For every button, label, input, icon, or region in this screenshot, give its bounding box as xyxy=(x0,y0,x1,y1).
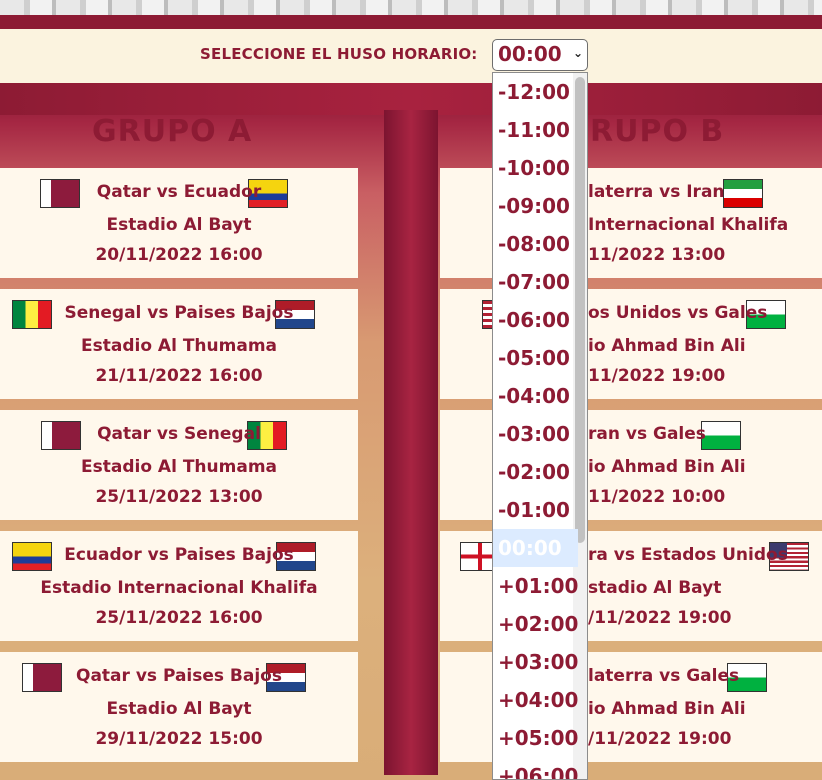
timezone-dropdown-list[interactable]: -12:00 -11:00 -10:00 -09:00 -08:00 -07:0… xyxy=(492,72,588,780)
match-stadium: Estadio Al Bayt xyxy=(106,215,252,235)
match-teams: laterra vs Gales xyxy=(588,666,740,686)
group-b-title: RUPO B xyxy=(590,114,725,149)
match-stadium: Estadio Al Thumama xyxy=(81,336,277,356)
match-teams: laterra vs Iran xyxy=(588,182,725,202)
chevron-down-icon: ⌄ xyxy=(572,46,583,60)
timezone-option-selected[interactable]: 00:00 xyxy=(493,529,578,567)
timezone-label: SELECCIONE EL HUSO HORARIO: xyxy=(200,45,478,63)
match-teams: Qatar vs Ecuador xyxy=(96,182,262,202)
timezone-option[interactable]: +05:00 xyxy=(493,719,578,757)
timezone-option[interactable]: +03:00 xyxy=(493,643,578,681)
match-teams: os Unidos vs Gales xyxy=(588,303,768,323)
match-card: Ecuador vs Paises Bajos Estadio Internac… xyxy=(0,531,358,641)
timezone-option[interactable]: +06:00 xyxy=(493,757,578,779)
match-datetime: 25/11/2022 13:00 xyxy=(95,487,263,507)
match-stadium: Internacional Khalifa xyxy=(588,215,789,235)
timezone-option[interactable]: -03:00 xyxy=(493,415,578,453)
match-card: Senegal vs Paises Bajos Estadio Al Thuma… xyxy=(0,289,358,399)
match-stadium: stadio Al Bayt xyxy=(588,578,722,598)
match-datetime: 20/11/2022 16:00 xyxy=(95,245,263,265)
header-band xyxy=(0,15,822,29)
match-datetime: /11/2022 19:00 xyxy=(588,729,732,749)
timezone-option[interactable]: +02:00 xyxy=(493,605,578,643)
match-stadium: Estadio Al Bayt xyxy=(106,699,252,719)
match-card: Qatar vs Senegal Estadio Al Thumama 25/1… xyxy=(0,410,358,520)
match-stadium: io Ahmad Bin Ali xyxy=(588,457,746,477)
match-teams: Qatar vs Senegal xyxy=(97,424,261,444)
match-teams: Qatar vs Paises Bajos xyxy=(76,666,282,686)
timezone-option[interactable]: -08:00 xyxy=(493,225,578,263)
timezone-option[interactable]: -05:00 xyxy=(493,339,578,377)
timezone-option[interactable]: -10:00 xyxy=(493,149,578,187)
match-stadium: io Ahmad Bin Ali xyxy=(588,699,746,719)
wales-flag-icon xyxy=(701,421,741,450)
timezone-option[interactable]: -09:00 xyxy=(493,187,578,225)
timezone-option[interactable]: -11:00 xyxy=(493,111,578,149)
match-datetime: 25/11/2022 16:00 xyxy=(95,608,263,628)
match-card: Qatar vs Paises Bajos Estadio Al Bayt 29… xyxy=(0,652,358,762)
timezone-option[interactable]: -07:00 xyxy=(493,263,578,301)
match-card: Qatar vs Ecuador Estadio Al Bayt 20/11/2… xyxy=(0,168,358,278)
match-teams: Ecuador vs Paises Bajos xyxy=(64,545,294,565)
match-stadium: io Ahmad Bin Ali xyxy=(588,336,746,356)
iran-flag-icon xyxy=(723,179,763,208)
timezone-option[interactable]: -01:00 xyxy=(493,491,578,529)
match-datetime: 11/2022 10:00 xyxy=(588,487,726,507)
match-datetime: 11/2022 13:00 xyxy=(588,245,726,265)
match-datetime: 11/2022 19:00 xyxy=(588,366,726,386)
stadium-banner-image xyxy=(0,0,822,15)
match-teams: Senegal vs Paises Bajos xyxy=(64,303,294,323)
timezone-selected-value: 00:00 xyxy=(498,42,562,66)
match-stadium: Estadio Internacional Khalifa xyxy=(40,578,318,598)
timezone-option[interactable]: -12:00 xyxy=(493,73,578,111)
timezone-option[interactable]: +04:00 xyxy=(493,681,578,719)
timezone-option[interactable]: +01:00 xyxy=(493,567,578,605)
timezone-option[interactable]: -02:00 xyxy=(493,453,578,491)
match-teams: ra vs Estados Unidos xyxy=(588,545,788,565)
group-a-title: GRUPO A xyxy=(92,114,253,149)
timezone-option[interactable]: -06:00 xyxy=(493,301,578,339)
match-datetime: 29/11/2022 15:00 xyxy=(95,729,263,749)
trophy-stem xyxy=(384,110,438,775)
match-teams: ran vs Gales xyxy=(588,424,706,444)
match-stadium: Estadio Al Thumama xyxy=(81,457,277,477)
timezone-select[interactable]: 00:00 ⌄ xyxy=(492,39,588,71)
timezone-option[interactable]: -04:00 xyxy=(493,377,578,415)
match-datetime: /11/2022 19:00 xyxy=(588,608,732,628)
match-datetime: 21/11/2022 16:00 xyxy=(95,366,263,386)
